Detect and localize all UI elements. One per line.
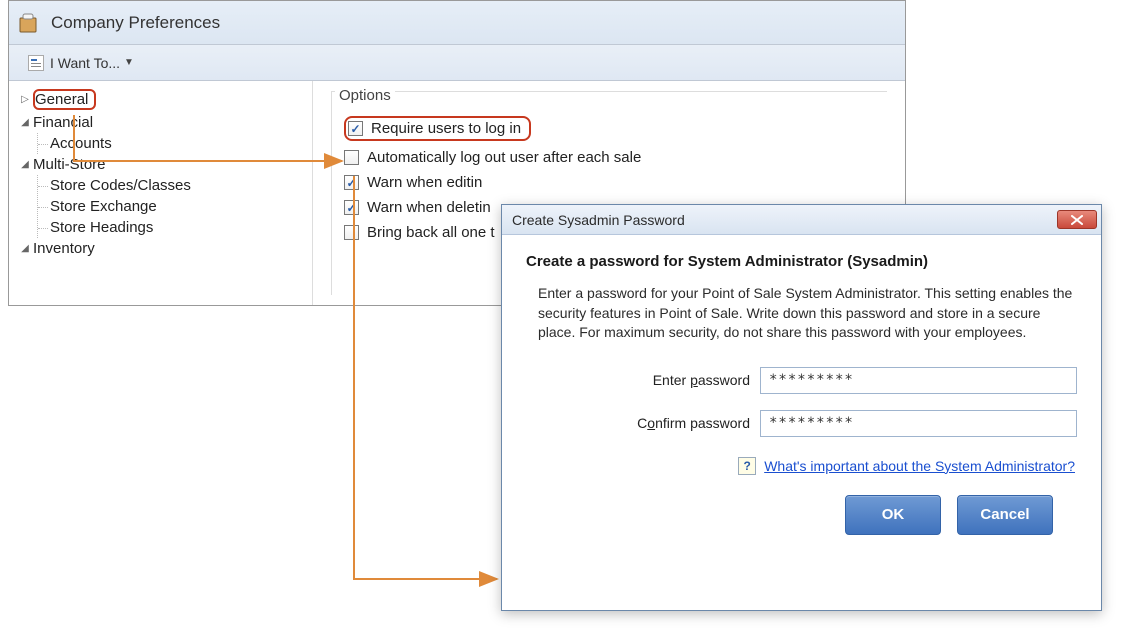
- tree-expander-icon: ▷: [19, 94, 31, 106]
- dialog-heading: Create a password for System Administrat…: [526, 253, 1077, 270]
- preferences-icon: [17, 11, 39, 35]
- tree-expander-icon: ◢: [19, 117, 31, 129]
- help-link-sysadmin[interactable]: What's important about the System Admini…: [764, 458, 1075, 474]
- storeexchange-label: Store Exchange: [50, 198, 157, 215]
- cancel-button[interactable]: Cancel: [957, 495, 1053, 535]
- sidebar-item-accounts[interactable]: Accounts: [38, 133, 304, 154]
- i-want-to-button[interactable]: I Want To... ▼: [17, 50, 145, 76]
- checkbox-warn-edit[interactable]: [344, 175, 359, 190]
- create-sysadmin-password-dialog: Create Sysadmin Password Create a passwo…: [501, 204, 1102, 611]
- checkbox-require-login[interactable]: [348, 121, 363, 136]
- confirm-password-label: Confirm password: [560, 415, 760, 431]
- sidebar-item-storecodes[interactable]: Store Codes/Classes: [38, 175, 304, 196]
- sidebar-item-inventory[interactable]: ◢ Inventory: [17, 238, 304, 259]
- i-want-to-label: I Want To...: [50, 55, 120, 71]
- general-label-highlight: General: [33, 89, 96, 110]
- checkbox-auto-logout[interactable]: [344, 150, 359, 165]
- chevron-down-icon: ▼: [124, 57, 134, 68]
- inventory-label: Inventory: [33, 240, 95, 257]
- multistore-label: Multi-Store: [33, 156, 106, 173]
- option-auto-logout-label: Automatically log out user after each sa…: [367, 149, 641, 166]
- dialog-titlebar: Create Sysadmin Password: [502, 205, 1101, 235]
- confirm-password-input[interactable]: [760, 410, 1077, 437]
- sidebar-item-general[interactable]: ▷ General: [17, 87, 304, 112]
- sidebar-tree: ▷ General ◢ Financial Accounts ◢ Multi-S…: [9, 81, 313, 305]
- storecodes-label: Store Codes/Classes: [50, 177, 191, 194]
- option-warn-edit-label: Warn when editin: [367, 174, 482, 191]
- option-require-login-label: Require users to log in: [371, 120, 521, 137]
- sidebar-item-storeexchange[interactable]: Store Exchange: [38, 196, 304, 217]
- checkbox-bring-back[interactable]: [344, 225, 359, 240]
- tree-expander-icon: ◢: [19, 243, 31, 255]
- help-row: ? What's important about the System Admi…: [526, 457, 1075, 475]
- confirm-password-row: Confirm password: [560, 410, 1077, 437]
- option-require-login-row: Require users to log in: [344, 112, 875, 145]
- sidebar-item-multistore[interactable]: ◢ Multi-Store: [17, 154, 304, 175]
- dialog-body: Create a password for System Administrat…: [502, 235, 1101, 553]
- checkbox-warn-delete[interactable]: [344, 200, 359, 215]
- enter-password-input[interactable]: [760, 367, 1077, 394]
- accounts-label: Accounts: [50, 135, 112, 152]
- company-preferences-title: Company Preferences: [51, 13, 220, 33]
- dialog-title: Create Sysadmin Password: [512, 212, 685, 228]
- financial-label: Financial: [33, 114, 93, 131]
- option-bring-back-label: Bring back all one t: [367, 224, 495, 241]
- option-auto-logout-row: Automatically log out user after each sa…: [344, 145, 875, 170]
- storeheadings-label: Store Headings: [50, 219, 153, 236]
- tree-expander-icon: ◢: [19, 159, 31, 171]
- sidebar-item-financial[interactable]: ◢ Financial: [17, 112, 304, 133]
- ok-button[interactable]: OK: [845, 495, 941, 535]
- prefs-titlebar: Company Preferences: [9, 1, 905, 45]
- options-group-label: Options: [335, 87, 395, 104]
- prefs-toolbar: I Want To... ▼: [9, 45, 905, 81]
- sidebar-item-storeheadings[interactable]: Store Headings: [38, 217, 304, 238]
- require-login-highlight: Require users to log in: [344, 116, 531, 141]
- enter-password-label: Enter password: [560, 372, 760, 388]
- close-icon: [1071, 215, 1083, 225]
- option-warn-edit-row: Warn when editin: [344, 170, 875, 195]
- option-warn-delete-label: Warn when deletin: [367, 199, 491, 216]
- dialog-button-row: OK Cancel: [526, 495, 1077, 535]
- list-icon: [28, 55, 44, 71]
- enter-password-row: Enter password: [560, 367, 1077, 394]
- help-icon: ?: [738, 457, 756, 475]
- dialog-description: Enter a password for your Point of Sale …: [538, 284, 1077, 343]
- close-button[interactable]: [1057, 210, 1097, 229]
